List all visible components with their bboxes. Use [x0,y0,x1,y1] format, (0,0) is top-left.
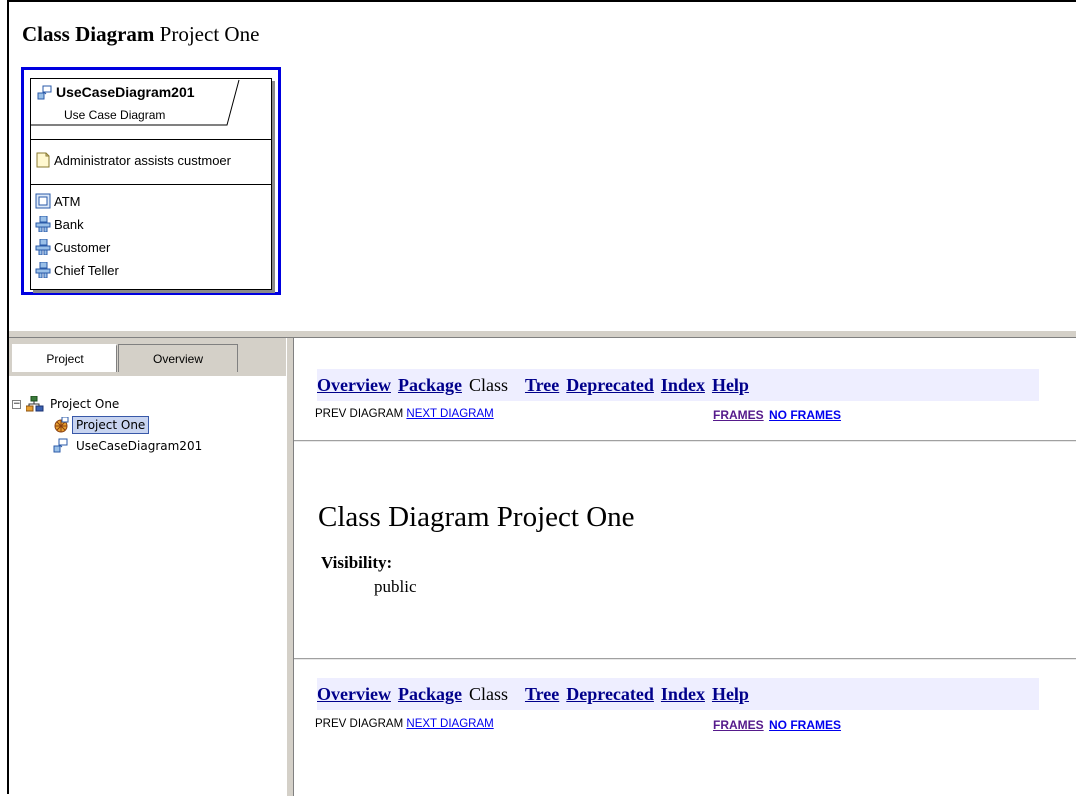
visibility-label: Visibility: [321,553,393,572]
no-frames-link[interactable]: NO FRAMES [769,718,841,732]
note-item[interactable]: Administrator assists custmoer [35,152,231,168]
package-subtitle: Use Case Diagram [64,108,166,122]
project-panel: Project Overview − Project One Project O… [9,338,286,796]
tree-node-usecase-label: UseCaseDiagram201 [76,439,203,453]
nav-package-link[interactable]: Package [398,684,462,705]
top-frames-links: FRAMES NO FRAMES [713,408,841,422]
usecase-diagram-icon [53,438,69,454]
uml-package[interactable]: UseCaseDiagram201 Use Case Diagram Admin… [30,78,272,290]
nav-overview-link[interactable]: Overview [317,684,391,705]
tree-node-class-diagram[interactable]: Project One [53,416,150,434]
nav-tree-link[interactable]: Tree [525,684,559,705]
bottom-subnav: PREV DIAGRAM NEXT DIAGRAM [315,718,494,730]
next-diagram-link[interactable]: NEXT DIAGRAM [406,718,493,730]
divider-bottom [294,658,1076,660]
next-diagram-link[interactable]: NEXT DIAGRAM [406,408,493,420]
actor-icon [35,216,51,232]
collapse-toggle-icon[interactable]: − [12,399,21,409]
actor-icon [35,262,51,278]
nav-index-link[interactable]: Index [661,375,705,396]
divider-top [294,440,1076,442]
vertical-splitter[interactable] [286,338,294,796]
tree-node-root[interactable]: − Project One [12,396,119,412]
usecase-diagram-icon [37,85,53,101]
nav-deprecated-link[interactable]: Deprecated [566,375,654,396]
actor-icon [35,239,51,255]
element-customer[interactable]: Customer [35,239,110,255]
visibility-value: public [374,577,417,596]
page-title: Class Diagram Project One [318,501,635,533]
class-icon [35,193,51,209]
package-name: UseCaseDiagram201 [37,84,195,101]
panel-tabbar: Project Overview [9,338,286,378]
nav-help-link[interactable]: Help [712,375,749,396]
tab-project[interactable]: Project [12,344,117,372]
tree-node-selected-label: Project One [72,416,150,434]
tree-node-root-label: Project One [50,397,120,411]
app-window: Class Diagram Project One UseCaseDiagram… [7,0,1076,796]
diagram-title: Class Diagram Project One [22,22,260,46]
nav-class-current: Class [468,374,508,395]
element-chief-teller[interactable]: Chief Teller [35,262,119,278]
nav-overview-link[interactable]: Overview [317,375,391,396]
note-section: Administrator assists custmoer [31,140,271,185]
bottom-navbar: Overview Package Class Tree Deprecated I… [317,678,1039,710]
frames-link[interactable]: FRAMES [713,718,764,732]
element-atm[interactable]: ATM [35,193,80,209]
elements-section: ATM Bank Customer Chief Teller [31,185,271,289]
package-header: UseCaseDiagram201 Use Case Diagram [31,79,271,140]
horizontal-splitter[interactable] [9,330,1076,338]
doc-panel: Overview Package Class Tree Deprecated I… [294,338,1076,796]
tab-divider [9,376,286,378]
nav-index-link[interactable]: Index [661,684,705,705]
prev-diagram-text: PREV DIAGRAM [315,718,404,730]
element-bank[interactable]: Bank [35,216,84,232]
no-frames-link[interactable]: NO FRAMES [769,408,841,422]
class-diagram-icon [53,417,69,433]
project-icon [26,396,44,412]
prev-diagram-text: PREV DIAGRAM [315,408,404,420]
tab-overview[interactable]: Overview [118,344,238,372]
top-navbar: Overview Package Class Tree Deprecated I… [317,369,1039,401]
nav-tree-link[interactable]: Tree [525,375,559,396]
top-subnav: PREV DIAGRAM NEXT DIAGRAM [315,408,494,420]
tree-node-usecase-diagram[interactable]: UseCaseDiagram201 [53,438,202,454]
nav-class-current: Class [468,683,508,704]
note-icon [35,152,51,168]
nav-help-link[interactable]: Help [712,684,749,705]
frames-link[interactable]: FRAMES [713,408,764,422]
nav-deprecated-link[interactable]: Deprecated [566,684,654,705]
nav-package-link[interactable]: Package [398,375,462,396]
bottom-frames-links: FRAMES NO FRAMES [713,718,841,732]
